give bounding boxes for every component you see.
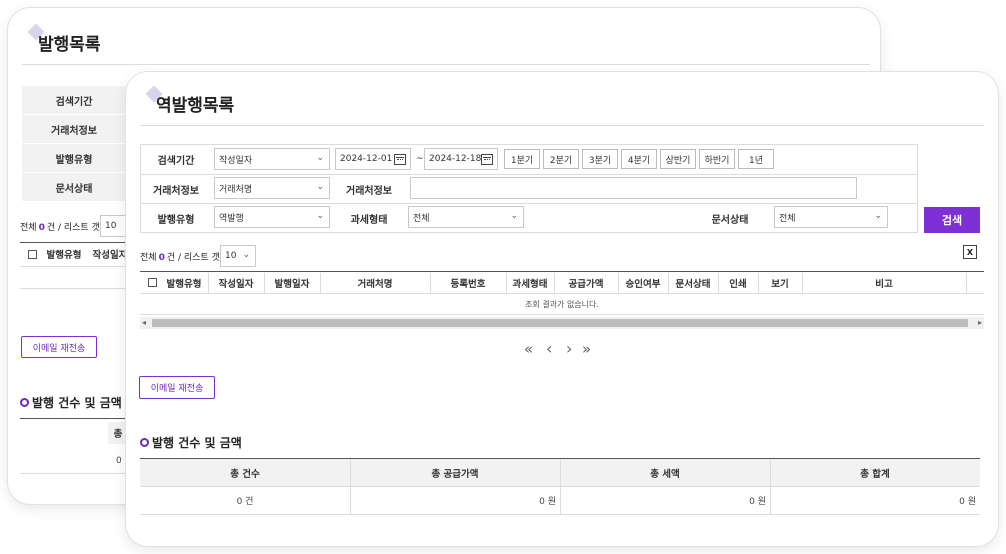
section-bullet-icon — [20, 398, 29, 407]
search-label-doc-status: 문서상태 — [22, 173, 126, 201]
quick-year-button[interactable]: 1년 — [738, 149, 774, 169]
period-type-select[interactable]: 작성일자 ⌄ — [214, 148, 330, 170]
table-top-border — [20, 242, 140, 243]
table-row-border — [140, 314, 984, 315]
summary-bottom-border — [140, 514, 980, 515]
summary-value-total-tax: 0 원 — [749, 497, 766, 507]
quick-q3-button[interactable]: 3분기 — [582, 149, 618, 169]
quick-h2-button[interactable]: 하반기 — [699, 149, 735, 169]
header-issue-type: 발행유형 — [166, 278, 202, 290]
pager-first-icon[interactable]: « — [524, 340, 533, 358]
chevron-down-icon: ⌄ — [316, 182, 324, 192]
resend-email-button[interactable]: 이메일 재전송 — [139, 376, 215, 399]
summary-header-total-count: 총 건수 — [230, 468, 260, 480]
search-label-doc-status: 문서상태 — [690, 204, 770, 232]
page-title: 발행목록 — [38, 35, 101, 55]
search-row-divider — [140, 203, 918, 204]
summary-top-border — [20, 418, 140, 419]
header-supply-amount: 공급가액 — [568, 278, 604, 290]
partner-input[interactable] — [410, 177, 857, 199]
chevron-down-icon: ⌄ — [316, 211, 324, 221]
title-divider — [22, 64, 870, 65]
header-approval: 승인여부 — [625, 278, 661, 290]
search-label-period: 검색기간 — [22, 86, 126, 114]
list-size-select[interactable]: 10 ⌄ — [220, 245, 256, 267]
issue-type-select[interactable]: 역발행 ⌄ — [214, 206, 330, 228]
summary-bottom-border — [20, 473, 140, 474]
header-remarks: 비고 — [875, 278, 893, 290]
table-row-border — [20, 288, 140, 289]
quick-q1-button[interactable]: 1분기 — [504, 149, 540, 169]
doc-status-select[interactable]: 전체 ⌄ — [774, 206, 888, 228]
summary-header-total-tax: 총 세액 — [650, 468, 680, 480]
summary-value-total-supply: 0 원 — [539, 497, 556, 507]
pager-next-icon[interactable]: › — [566, 339, 572, 358]
header-partner-name: 거래처명 — [357, 278, 393, 290]
search-label-tax-type: 과세형태 — [334, 204, 404, 232]
calendar-icon[interactable] — [481, 154, 493, 165]
tax-type-select[interactable]: 전체 ⌄ — [408, 206, 524, 228]
quick-q2-button[interactable]: 2분기 — [543, 149, 579, 169]
list-count: 전체 0 건 / 리스트 갯수 — [140, 253, 229, 263]
scroll-right-arrow-icon[interactable]: ▸ — [978, 318, 982, 327]
empty-message: 조회 결과가 없습니다. — [525, 299, 599, 309]
header-tax-type: 과세형태 — [512, 278, 548, 290]
horizontal-scrollbar[interactable]: ◂ ▸ — [140, 317, 984, 329]
quick-q4-button[interactable]: 4분기 — [621, 149, 657, 169]
summary-title: 발행 건수 및 금액 — [140, 434, 242, 451]
list-size-select[interactable]: 10 — [100, 215, 126, 237]
excel-download-icon[interactable]: X — [963, 245, 977, 259]
section-bullet-icon — [140, 438, 149, 447]
list-count: 전체 0 건 / 리스트 갯수 — [20, 223, 109, 233]
summary-header-grand-total: 총 합계 — [860, 468, 890, 480]
search-label-partner: 거래처정보 — [141, 175, 211, 203]
calendar-icon[interactable] — [394, 154, 406, 165]
search-row-divider — [140, 174, 918, 175]
search-label-partner: 거래처정보 — [22, 115, 126, 143]
date-to-input[interactable]: 2024-12-18 — [424, 148, 498, 170]
select-all-checkbox[interactable] — [28, 250, 37, 259]
select-all-checkbox[interactable] — [148, 278, 157, 287]
search-label-period: 검색기간 — [141, 145, 211, 174]
summary-header-partial: 총 — [108, 422, 128, 444]
resend-email-button[interactable]: 이메일 재전송 — [21, 336, 97, 358]
search-button[interactable]: 검색 — [924, 207, 980, 233]
search-label-issue-type: 발행유형 — [22, 144, 126, 172]
date-range-tilde: ~ — [416, 154, 424, 164]
header-print: 인쇄 — [729, 278, 747, 290]
reverse-issue-list-panel: 역발행목록 검색기간 작성일자 ⌄ 2024-12-01 ~ 2024-12-18… — [126, 72, 998, 546]
chevron-down-icon: ⌄ — [316, 153, 324, 163]
page-title: 역발행목록 — [156, 96, 235, 116]
header-written-date: 작성일자 — [218, 278, 254, 290]
table-header-border — [20, 266, 140, 267]
search-label-issue-type: 발행유형 — [141, 204, 211, 232]
pager-prev-icon[interactable]: ‹ — [546, 339, 552, 358]
scrollbar-thumb[interactable] — [152, 319, 968, 327]
chevron-down-icon: ⌄ — [242, 250, 250, 260]
summary-value-total-count: 0 건 — [236, 497, 254, 507]
title-divider — [140, 125, 984, 126]
header-issue-type: 발행유형 — [46, 250, 82, 261]
column-divider — [966, 273, 967, 293]
search-label-partner-2: 거래처정보 — [334, 175, 404, 203]
header-issue-date: 발행일자 — [274, 278, 310, 290]
date-from-input[interactable]: 2024-12-01 — [335, 148, 411, 170]
header-view: 보기 — [771, 278, 789, 290]
scroll-left-arrow-icon[interactable]: ◂ — [142, 318, 146, 327]
quick-h1-button[interactable]: 상반기 — [660, 149, 696, 169]
chevron-down-icon: ⌄ — [874, 211, 882, 221]
summary-header-total-supply: 총 공급가액 — [431, 468, 479, 480]
summary-title: 발행 건수 및 금액 — [20, 394, 122, 411]
chevron-down-icon: ⌄ — [510, 211, 518, 221]
pager-last-icon[interactable]: » — [582, 340, 591, 358]
header-doc-status: 문서상태 — [675, 278, 711, 290]
partner-type-select[interactable]: 거래처명 ⌄ — [214, 177, 330, 199]
summary-value-grand-total: 0 원 — [959, 497, 976, 507]
header-registration-number: 등록번호 — [450, 278, 486, 290]
